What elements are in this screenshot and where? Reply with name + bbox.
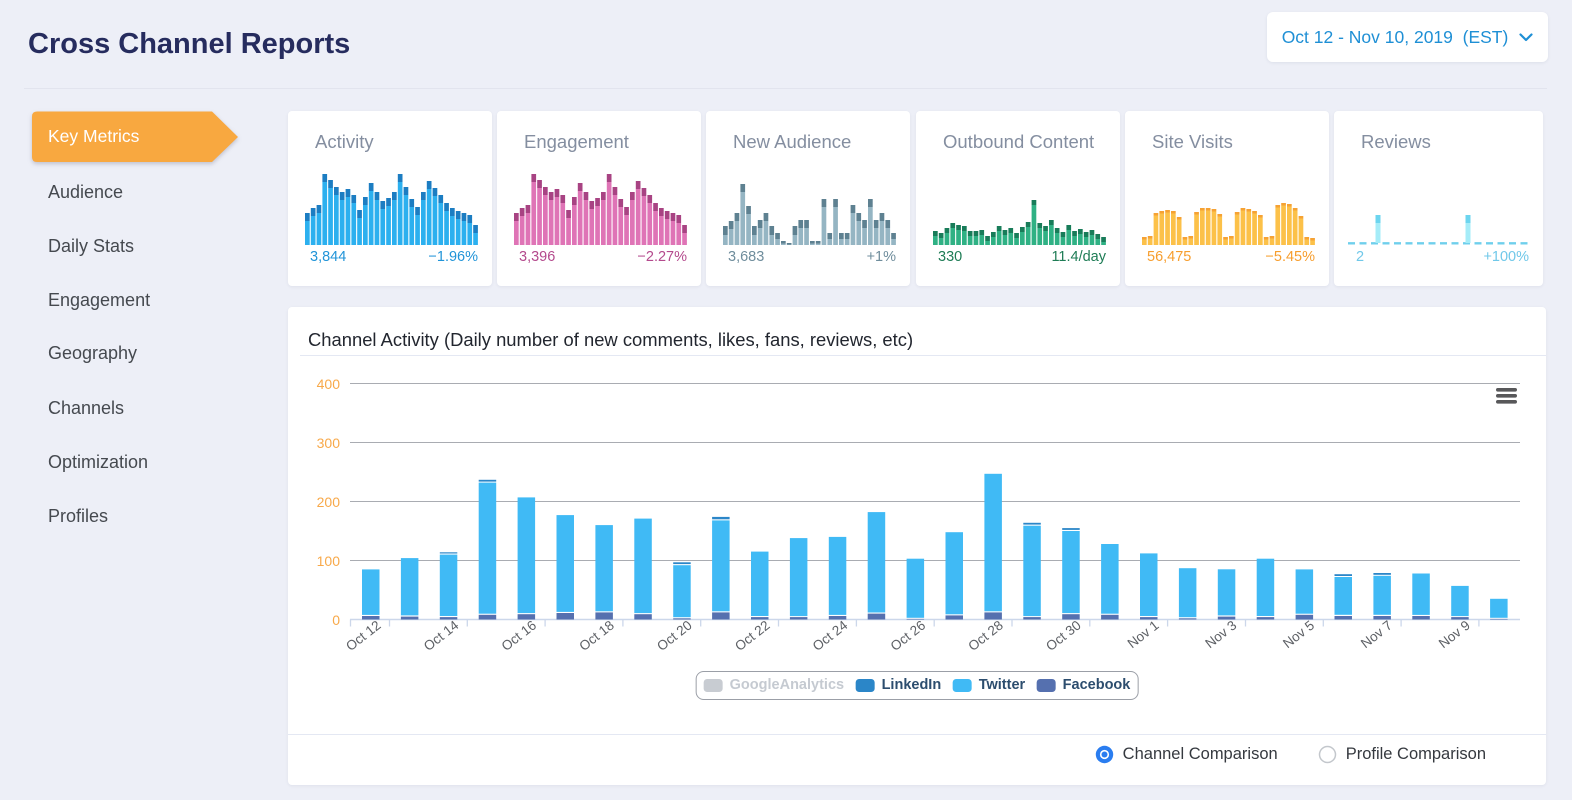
svg-text:300: 300 — [317, 435, 341, 451]
svg-text:Oct 30: Oct 30 — [1043, 618, 1084, 654]
svg-text:Nov 3: Nov 3 — [1202, 618, 1239, 652]
svg-text:100: 100 — [317, 553, 341, 569]
svg-text:200: 200 — [317, 494, 341, 510]
svg-text:Nov 7: Nov 7 — [1358, 618, 1395, 652]
svg-text:Oct 16: Oct 16 — [499, 618, 540, 654]
svg-text:Oct 28: Oct 28 — [965, 618, 1006, 654]
svg-text:Oct 20: Oct 20 — [654, 618, 695, 654]
svg-text:Oct 26: Oct 26 — [888, 618, 929, 654]
svg-text:400: 400 — [317, 376, 341, 392]
svg-text:Oct 18: Oct 18 — [576, 618, 617, 654]
svg-text:Nov 1: Nov 1 — [1125, 618, 1162, 652]
svg-text:Oct 12: Oct 12 — [343, 618, 384, 654]
svg-text:Oct 24: Oct 24 — [810, 617, 851, 654]
svg-text:Oct 22: Oct 22 — [732, 618, 773, 654]
svg-text:Nov 9: Nov 9 — [1436, 618, 1473, 652]
svg-text:0: 0 — [332, 612, 340, 628]
svg-text:Nov 5: Nov 5 — [1280, 618, 1317, 652]
svg-text:Oct 14: Oct 14 — [421, 617, 462, 654]
